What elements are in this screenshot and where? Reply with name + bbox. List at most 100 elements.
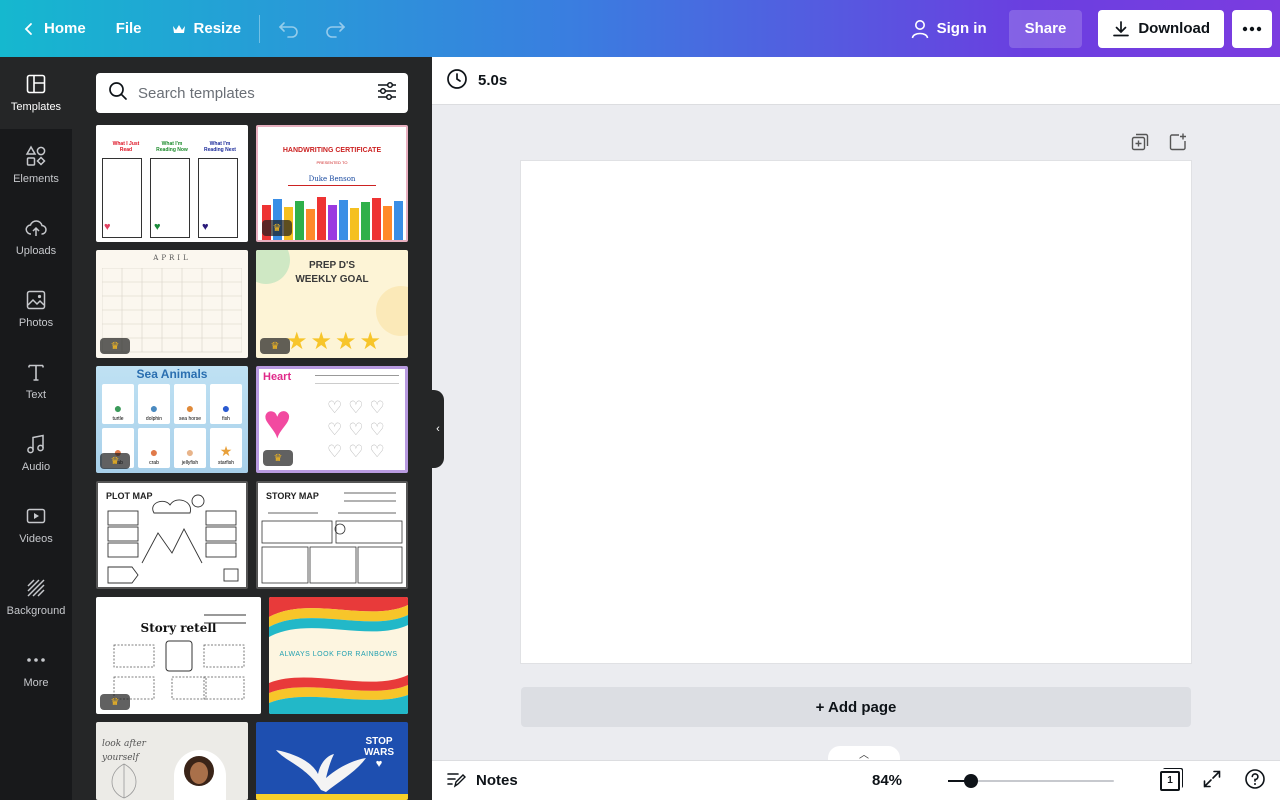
rail-item-uploads[interactable]: Uploads (0, 201, 72, 273)
add-page-label: + Add page (815, 698, 897, 716)
template-text: look after yourself (102, 739, 146, 763)
premium-badge: ♛ (100, 453, 130, 469)
editor-footer: Notes 84% 1 (432, 760, 1280, 800)
template-story-map[interactable]: STORY MAP (256, 481, 408, 589)
premium-badge: ♛ (100, 338, 130, 354)
template-weekly-goal[interactable]: PREP D'S WEEKLY GOAL ★★★★ ♛ (256, 250, 408, 358)
template-sea-animals[interactable]: Sea Animals ● turtle ● dolphin ● sea horse … (96, 366, 248, 473)
template-text: crab (149, 460, 159, 466)
template-text: What I Just Read (112, 141, 140, 153)
notes-label: Notes (476, 772, 518, 789)
undo-button[interactable] (266, 10, 312, 48)
videos-icon (26, 508, 46, 524)
filter-icon[interactable] (376, 81, 398, 106)
rail-label: Audio (21, 461, 51, 473)
elements-icon (25, 145, 46, 166)
page-actions (1130, 132, 1188, 157)
template-text: What I'm Reading Next (204, 141, 236, 153)
rail-label: Uploads (15, 245, 57, 257)
add-page-button[interactable]: + Add page (521, 687, 1191, 727)
search-box[interactable] (96, 73, 408, 113)
template-text: WEEKLY GOAL (295, 274, 369, 285)
template-text: Heart (263, 371, 292, 383)
add-page-icon[interactable] (1168, 132, 1188, 157)
template-text: PREP D'S (308, 260, 356, 271)
chevron-up-icon: ︿ (859, 749, 869, 761)
share-button[interactable]: Share (1008, 9, 1083, 48)
page-count-button[interactable]: 1 (1160, 770, 1180, 791)
template-text: Duke Benson (308, 175, 356, 183)
text-icon (28, 364, 44, 381)
home-label: Home (44, 20, 86, 37)
redo-button[interactable] (312, 10, 358, 48)
background-icon (27, 579, 45, 597)
download-button[interactable]: Download (1098, 9, 1224, 48)
rail-label: Text (25, 389, 47, 401)
template-rainbows[interactable]: ALWAYS LOOK FOR RAINBOWS (269, 597, 408, 714)
template-story-retell[interactable]: Story retell ♛ (96, 597, 261, 714)
template-heart-worksheet[interactable]: Heart ♥ ♡♡♡ ♡♡♡ ♡♡♡ ♛ (256, 366, 408, 473)
premium-badge: ♛ (262, 220, 292, 236)
chevron-left-icon: ‹ (436, 423, 440, 435)
template-stop-wars[interactable]: STOP WARS ♥ (256, 722, 408, 800)
timer-icon[interactable] (446, 68, 468, 94)
template-handwriting-certificate[interactable]: HANDWRITING CERTIFICATE PRESENTED TO Duk… (256, 125, 408, 242)
rail-item-more[interactable]: More (0, 633, 72, 705)
rail-item-photos[interactable]: Photos (0, 273, 72, 345)
template-april-calendar[interactable]: APRIL ♛ (96, 250, 248, 358)
file-label: File (115, 20, 142, 37)
sign-in-button[interactable]: Sign in (899, 10, 999, 48)
download-icon (1112, 20, 1130, 38)
template-text: WARS (364, 747, 394, 758)
crown-icon: ♛ (270, 340, 280, 352)
rail-item-templates[interactable]: Templates (0, 57, 72, 129)
resize-button[interactable]: Resize (160, 10, 254, 48)
template-text: What I'm Reading Now (156, 141, 188, 153)
zoom-slider-handle[interactable] (964, 774, 978, 788)
search-input[interactable] (138, 84, 376, 102)
premium-badge: ♛ (100, 694, 130, 710)
redo-icon (324, 20, 346, 38)
crown-icon: ♛ (110, 455, 120, 467)
search-icon (108, 81, 128, 106)
rail-item-audio[interactable]: Audio (0, 417, 72, 489)
design-canvas-page[interactable] (521, 161, 1191, 663)
more-options-button[interactable] (1232, 9, 1272, 48)
help-icon[interactable] (1244, 768, 1266, 794)
crown-icon (172, 23, 186, 35)
share-label: Share (1024, 20, 1067, 37)
duplicate-page-icon[interactable] (1130, 132, 1150, 157)
template-look-after-yourself[interactable]: look after yourself (96, 722, 248, 800)
photos-icon (26, 290, 46, 310)
panel-collapse-button[interactable]: ‹ (432, 390, 444, 468)
premium-badge: ♛ (260, 338, 290, 354)
fullscreen-icon[interactable] (1202, 769, 1222, 793)
template-reading-log[interactable]: What I Just Read What I'm Reading Now Wh… (96, 125, 248, 242)
user-icon (911, 19, 929, 39)
top-bar: Home File Resize Sign in Share Download (0, 0, 1280, 57)
premium-badge: ♛ (263, 450, 293, 466)
file-button[interactable]: File (104, 10, 154, 48)
uploads-icon (25, 220, 47, 236)
more-icon (27, 658, 45, 662)
rail-item-background[interactable]: Background (0, 561, 72, 633)
rail-item-videos[interactable]: Videos (0, 489, 72, 561)
template-text: PRESENTED TO (316, 160, 348, 165)
rail-label: Background (6, 605, 66, 617)
template-text: dolphin (145, 416, 163, 422)
zoom-value[interactable]: 84% (872, 772, 902, 789)
show-pages-button[interactable]: ︿ (828, 746, 900, 761)
editor-toolbar: 5.0s (432, 57, 1280, 105)
rail-item-elements[interactable]: Elements (0, 129, 72, 201)
template-text: starfish (217, 460, 235, 466)
rail-item-text[interactable]: Text (0, 345, 72, 417)
template-plot-map[interactable]: PLOT MAP (96, 481, 248, 589)
templates-icon (26, 74, 46, 94)
template-text: sea horse (179, 416, 201, 422)
home-button[interactable]: Home (10, 10, 98, 48)
ellipsis-icon (1242, 26, 1262, 32)
template-text: turtle (112, 416, 124, 422)
zoom-slider[interactable] (948, 774, 1114, 788)
duration-value[interactable]: 5.0s (478, 72, 507, 89)
notes-button[interactable]: Notes (446, 770, 518, 792)
